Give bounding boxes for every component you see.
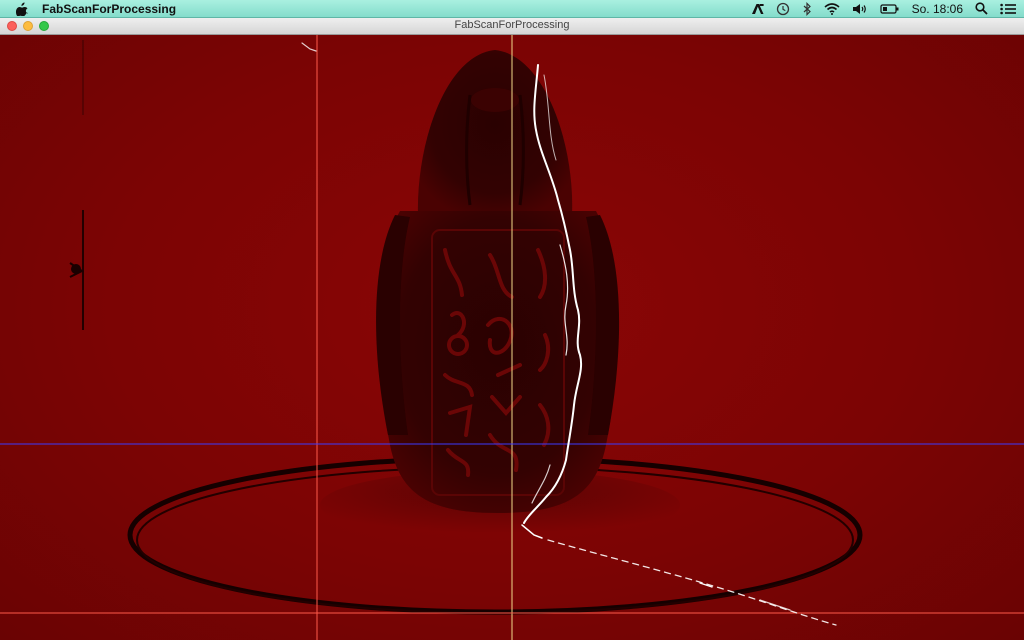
menu-clock[interactable]: So. 18:06 [912, 2, 963, 16]
battery-icon[interactable] [880, 1, 900, 17]
camera-frame [0, 35, 1024, 640]
app-menu-name[interactable]: FabScanForProcessing [42, 2, 176, 16]
camera-view[interactable] [0, 35, 1024, 640]
status-menu-area: So. 18:06 [751, 0, 1016, 18]
menu-bar: FabScanForProcessing So. 18:06 [0, 0, 1024, 18]
adobe-icon[interactable] [751, 1, 764, 17]
bluetooth-icon[interactable] [802, 1, 812, 17]
spotlight-icon[interactable] [975, 1, 988, 17]
wifi-icon[interactable] [824, 1, 840, 17]
apple-icon[interactable] [14, 1, 30, 17]
calibration-mark [69, 40, 84, 330]
window-titlebar[interactable]: FabScanForProcessing [0, 18, 1024, 35]
window-title: FabScanForProcessing [454, 19, 570, 31]
notification-list-icon[interactable] [1000, 1, 1016, 17]
volume-icon[interactable] [852, 1, 868, 17]
time-machine-icon[interactable] [776, 1, 790, 17]
